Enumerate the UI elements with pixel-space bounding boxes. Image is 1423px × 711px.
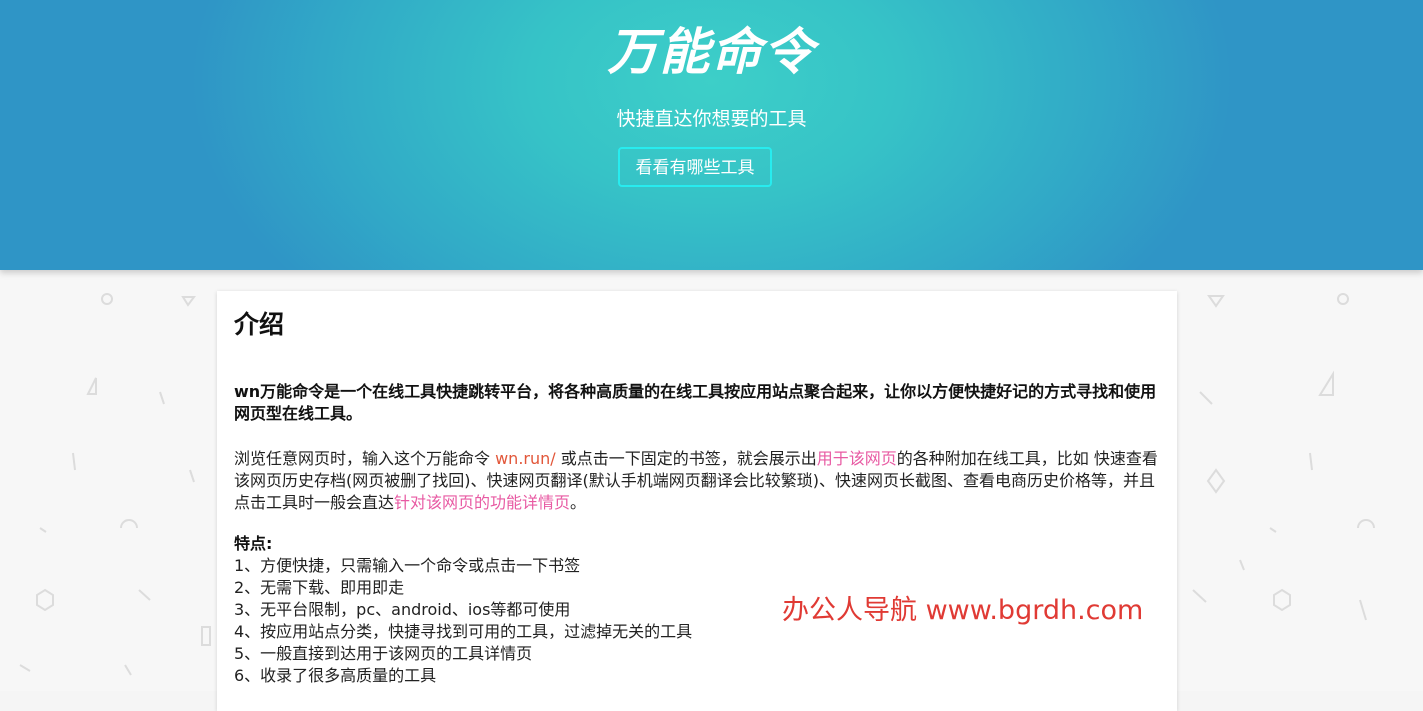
triangle-shape (1207, 295, 1225, 308)
line-shape (72, 452, 76, 471)
feature-item: 5、一般直接到达用于该网页的工具详情页 (234, 644, 533, 663)
features-title: 特点: (234, 534, 273, 553)
hexagon-shape (36, 588, 54, 612)
view-tools-button[interactable]: 看看有哪些工具 (618, 147, 772, 187)
feature-detail-link[interactable]: 针对该网页的功能详情页 (394, 493, 570, 512)
feature-item: 6、收录了很多高质量的工具 (234, 666, 437, 685)
line-shape (189, 469, 195, 483)
intro-lead: wn万能命令是一个在线工具快捷跳转平台，将各种高质量的在线工具按应用站点聚合起来… (234, 382, 1157, 423)
for-this-page-link[interactable]: 用于该网页 (817, 449, 897, 468)
line-shape (39, 527, 47, 533)
line-shape (1192, 589, 1207, 603)
watermark-text: 办公人导航 www.bgrdh.com (782, 595, 1144, 626)
hexagon-shape (1273, 588, 1291, 612)
wn-run-link[interactable]: wn.run/ (495, 449, 556, 468)
intro-description: 浏览任意网页时，输入这个万能命令 wn.run/ 或点击一下固定的书签，就会展示… (234, 448, 1159, 514)
triangle-shape (86, 377, 97, 395)
arc-shape (1357, 519, 1375, 529)
line-shape (1239, 559, 1245, 571)
intro-card: 介绍 wn万能命令是一个在线工具快捷跳转平台，将各种高质量的在线工具按应用站点聚… (217, 291, 1177, 711)
desc-text: 或点击一下固定的书签，就会展示出 (555, 449, 817, 468)
triangle-shape (181, 296, 196, 307)
site-title: 万能命令 (607, 23, 816, 81)
arc-shape (120, 519, 138, 529)
line-shape (124, 664, 132, 676)
desc-text: 。 (570, 493, 587, 512)
rect-shape (201, 626, 211, 646)
line-shape (1359, 599, 1367, 621)
line-shape (19, 664, 31, 672)
intro-heading: 介绍 (234, 310, 285, 339)
line-shape (1309, 452, 1313, 471)
hero-banner: 万能命令 快捷直达你想要的工具 看看有哪些工具 (0, 0, 1423, 270)
line-shape (159, 391, 165, 405)
circle-shape (1337, 293, 1349, 305)
diamond-shape (1206, 468, 1226, 494)
line-shape (138, 589, 151, 601)
feature-item: 1、方便快捷，只需输入一个命令或点击一下书签 (234, 556, 581, 575)
site-subtitle: 快捷直达你想要的工具 (616, 108, 807, 130)
line-shape (1269, 527, 1277, 533)
desc-text: 浏览任意网页时，输入这个万能命令 (234, 449, 496, 468)
triangle-shape (1318, 370, 1334, 396)
circle-shape (101, 293, 113, 305)
line-shape (1199, 391, 1213, 405)
